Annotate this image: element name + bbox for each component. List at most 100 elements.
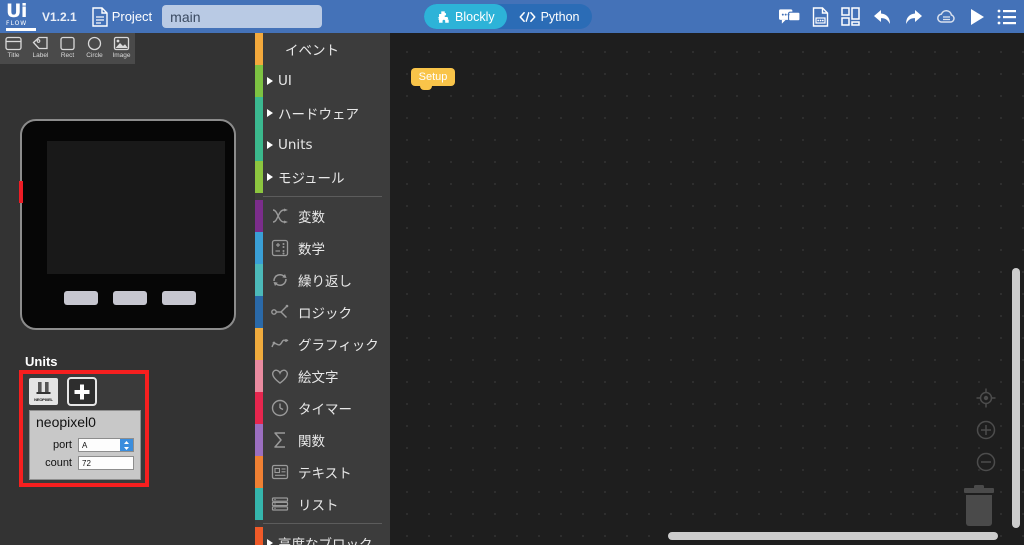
trash-icon[interactable] bbox=[958, 482, 1000, 533]
neopixel-unit-label: NEOPIXEL bbox=[34, 397, 53, 402]
cloud-icon[interactable] bbox=[936, 8, 957, 26]
category-label: 高度なブロック bbox=[278, 537, 373, 545]
device-screen[interactable] bbox=[47, 141, 225, 274]
blockly-canvas[interactable]: Setup bbox=[390, 33, 1024, 545]
category-color-strip bbox=[255, 456, 263, 488]
category-5[interactable]: 変数 bbox=[255, 200, 390, 232]
category-12[interactable]: 関数 bbox=[255, 424, 390, 456]
category-label: 繰り返し bbox=[298, 274, 352, 290]
category-label: 関数 bbox=[298, 434, 325, 450]
canvas-vertical-scrollbar[interactable] bbox=[1012, 268, 1020, 528]
widget-rect[interactable]: Rect bbox=[54, 33, 81, 64]
unit-port-select[interactable]: A bbox=[78, 438, 134, 452]
category-1[interactable]: UI bbox=[255, 65, 390, 97]
project-label: Project bbox=[111, 9, 153, 24]
widget-title[interactable]: Title bbox=[0, 33, 27, 64]
category-15[interactable]: 高度なブロック bbox=[255, 527, 390, 545]
widget-image-label: Image bbox=[112, 52, 131, 59]
text-icon bbox=[270, 462, 290, 482]
zoom-out-icon[interactable] bbox=[976, 452, 996, 477]
timer-icon bbox=[270, 398, 290, 418]
tab-python[interactable]: Python bbox=[507, 4, 592, 29]
logo-subtext: FLOW bbox=[6, 19, 28, 27]
top-toolbar: Ui FLOW V1.2.1 Project Blockly bbox=[0, 0, 1024, 33]
device-button-c[interactable] bbox=[162, 291, 196, 305]
emoji-icon bbox=[270, 366, 290, 386]
logo-text: Ui bbox=[6, 0, 27, 22]
center-icon[interactable] bbox=[976, 388, 996, 413]
category-label: 絵文字 bbox=[298, 370, 339, 386]
blockly-category-list: イベント UI ハードウェア Units モジュール変数数学繰り返しロジック グラフィック… bbox=[255, 33, 390, 545]
function-icon bbox=[270, 430, 290, 450]
category-label: UI bbox=[278, 73, 292, 89]
puzzle-icon bbox=[437, 10, 449, 23]
category-11[interactable]: タイマー bbox=[255, 392, 390, 424]
category-14[interactable]: リスト bbox=[255, 488, 390, 520]
category-color-strip bbox=[255, 527, 263, 545]
setup-block-notch bbox=[420, 85, 432, 90]
category-color-strip bbox=[255, 232, 263, 264]
unit-count-input[interactable] bbox=[78, 456, 134, 470]
add-unit-button[interactable] bbox=[67, 377, 97, 406]
unit-count-row: count bbox=[34, 456, 134, 470]
undo-icon[interactable] bbox=[872, 8, 892, 26]
redo-icon[interactable] bbox=[904, 8, 924, 26]
list-icon bbox=[270, 494, 290, 514]
widget-label[interactable]: Label bbox=[27, 33, 54, 64]
rect-icon bbox=[60, 36, 75, 51]
canvas-zoom-controls bbox=[976, 388, 996, 477]
category-color-strip bbox=[255, 33, 263, 65]
toolbar-icon-group bbox=[779, 0, 1016, 33]
category-7[interactable]: 繰り返し bbox=[255, 264, 390, 296]
category-9[interactable]: グラフィック bbox=[255, 328, 390, 360]
document-icon[interactable] bbox=[812, 6, 829, 27]
version-label: V1.2.1 bbox=[42, 9, 77, 24]
category-6[interactable]: 数学 bbox=[255, 232, 390, 264]
device-button-a[interactable] bbox=[64, 291, 98, 305]
loop-icon bbox=[270, 270, 290, 290]
category-8[interactable]: ロジック bbox=[255, 296, 390, 328]
device-button-b[interactable] bbox=[113, 291, 147, 305]
category-label: イベント bbox=[285, 43, 339, 59]
math-icon bbox=[270, 238, 290, 258]
unit-name-label: neopixel0 bbox=[36, 414, 96, 430]
zoom-in-icon[interactable] bbox=[976, 420, 996, 445]
category-color-strip bbox=[255, 200, 263, 232]
category-10[interactable]: 絵文字 bbox=[255, 360, 390, 392]
category-color-strip bbox=[255, 161, 263, 193]
tab-blockly[interactable]: Blockly bbox=[424, 4, 507, 29]
play-icon[interactable] bbox=[969, 8, 985, 26]
layout-icon[interactable] bbox=[841, 7, 860, 26]
category-label: モジュール bbox=[278, 171, 345, 187]
category-label: テキスト bbox=[298, 466, 352, 482]
category-13[interactable]: テキスト bbox=[255, 456, 390, 488]
category-label: 数学 bbox=[298, 242, 325, 258]
category-color-strip bbox=[255, 360, 263, 392]
project-file-icon bbox=[91, 6, 108, 27]
category-2[interactable]: ハードウェア bbox=[255, 97, 390, 129]
setup-block[interactable]: Setup bbox=[411, 68, 455, 90]
category-3[interactable]: Units bbox=[255, 129, 390, 161]
widget-circle[interactable]: Circle bbox=[81, 33, 108, 64]
neopixel-unit-icon[interactable]: NEOPIXEL bbox=[29, 378, 58, 405]
menu-icon[interactable] bbox=[997, 9, 1016, 25]
category-label: 変数 bbox=[298, 210, 325, 226]
category-color-strip bbox=[255, 392, 263, 424]
tab-python-label: Python bbox=[540, 9, 580, 24]
category-0[interactable]: イベント bbox=[255, 33, 390, 65]
chat-icon[interactable] bbox=[779, 8, 800, 26]
device-preview[interactable] bbox=[19, 119, 236, 330]
widget-label-label: Label bbox=[32, 52, 49, 59]
widget-circle-label: Circle bbox=[86, 52, 103, 59]
port-stepper-icon[interactable] bbox=[120, 439, 133, 451]
category-color-strip bbox=[255, 129, 263, 161]
category-4[interactable]: モジュール bbox=[255, 161, 390, 193]
code-icon bbox=[519, 11, 536, 22]
project-name-input[interactable] bbox=[162, 5, 323, 28]
device-led-strip bbox=[19, 181, 23, 203]
category-color-strip bbox=[255, 296, 263, 328]
canvas-horizontal-scrollbar[interactable] bbox=[668, 532, 998, 540]
widget-image[interactable]: Image bbox=[108, 33, 135, 64]
setup-block-label[interactable]: Setup bbox=[411, 68, 455, 86]
left-panel: Title Label Rect Circle Image Units NEOP… bbox=[0, 33, 255, 545]
